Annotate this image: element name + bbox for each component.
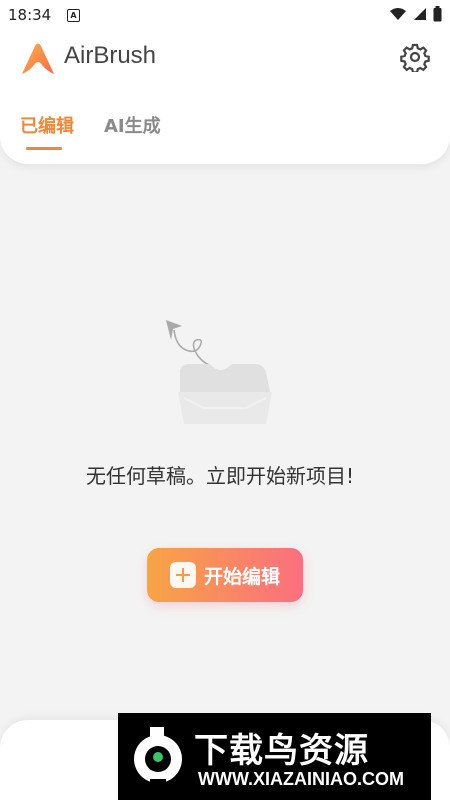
empty-box-icon [166, 320, 272, 424]
app-header: AirBrush 已编辑 AI生成 [0, 32, 450, 164]
app-name: AirBrush [64, 42, 157, 69]
tab-ai-generated[interactable]: AI生成 [104, 112, 161, 150]
status-time: 18:34 [8, 6, 52, 24]
start-editing-button[interactable]: 开始编辑 [147, 548, 303, 602]
watermark-url: WWW.XIAZAINIAO.COM [198, 769, 404, 789]
empty-state-message: 无任何草稿。立即开始新项目! [85, 464, 355, 488]
settings-gear-icon[interactable] [400, 42, 430, 72]
battery-icon [433, 6, 442, 22]
tab-bar: 已编辑 AI生成 [20, 112, 161, 150]
status-bar: 18:34 A [0, 0, 450, 32]
signal-icon [414, 8, 426, 20]
status-right [389, 6, 442, 22]
start-editing-label: 开始编辑 [203, 565, 280, 588]
notification-a-icon: A [67, 9, 80, 22]
tab-edited[interactable]: 已编辑 [20, 112, 74, 150]
wifi-icon [390, 8, 406, 20]
watermark-logo-icon [134, 727, 182, 787]
watermark-overlay: 下载鸟资源 WWW.XIAZAINIAO.COM [118, 713, 431, 800]
plus-icon [169, 562, 196, 588]
airbrush-logo-icon [22, 43, 54, 74]
watermark-title: 下载鸟资源 [194, 731, 369, 771]
